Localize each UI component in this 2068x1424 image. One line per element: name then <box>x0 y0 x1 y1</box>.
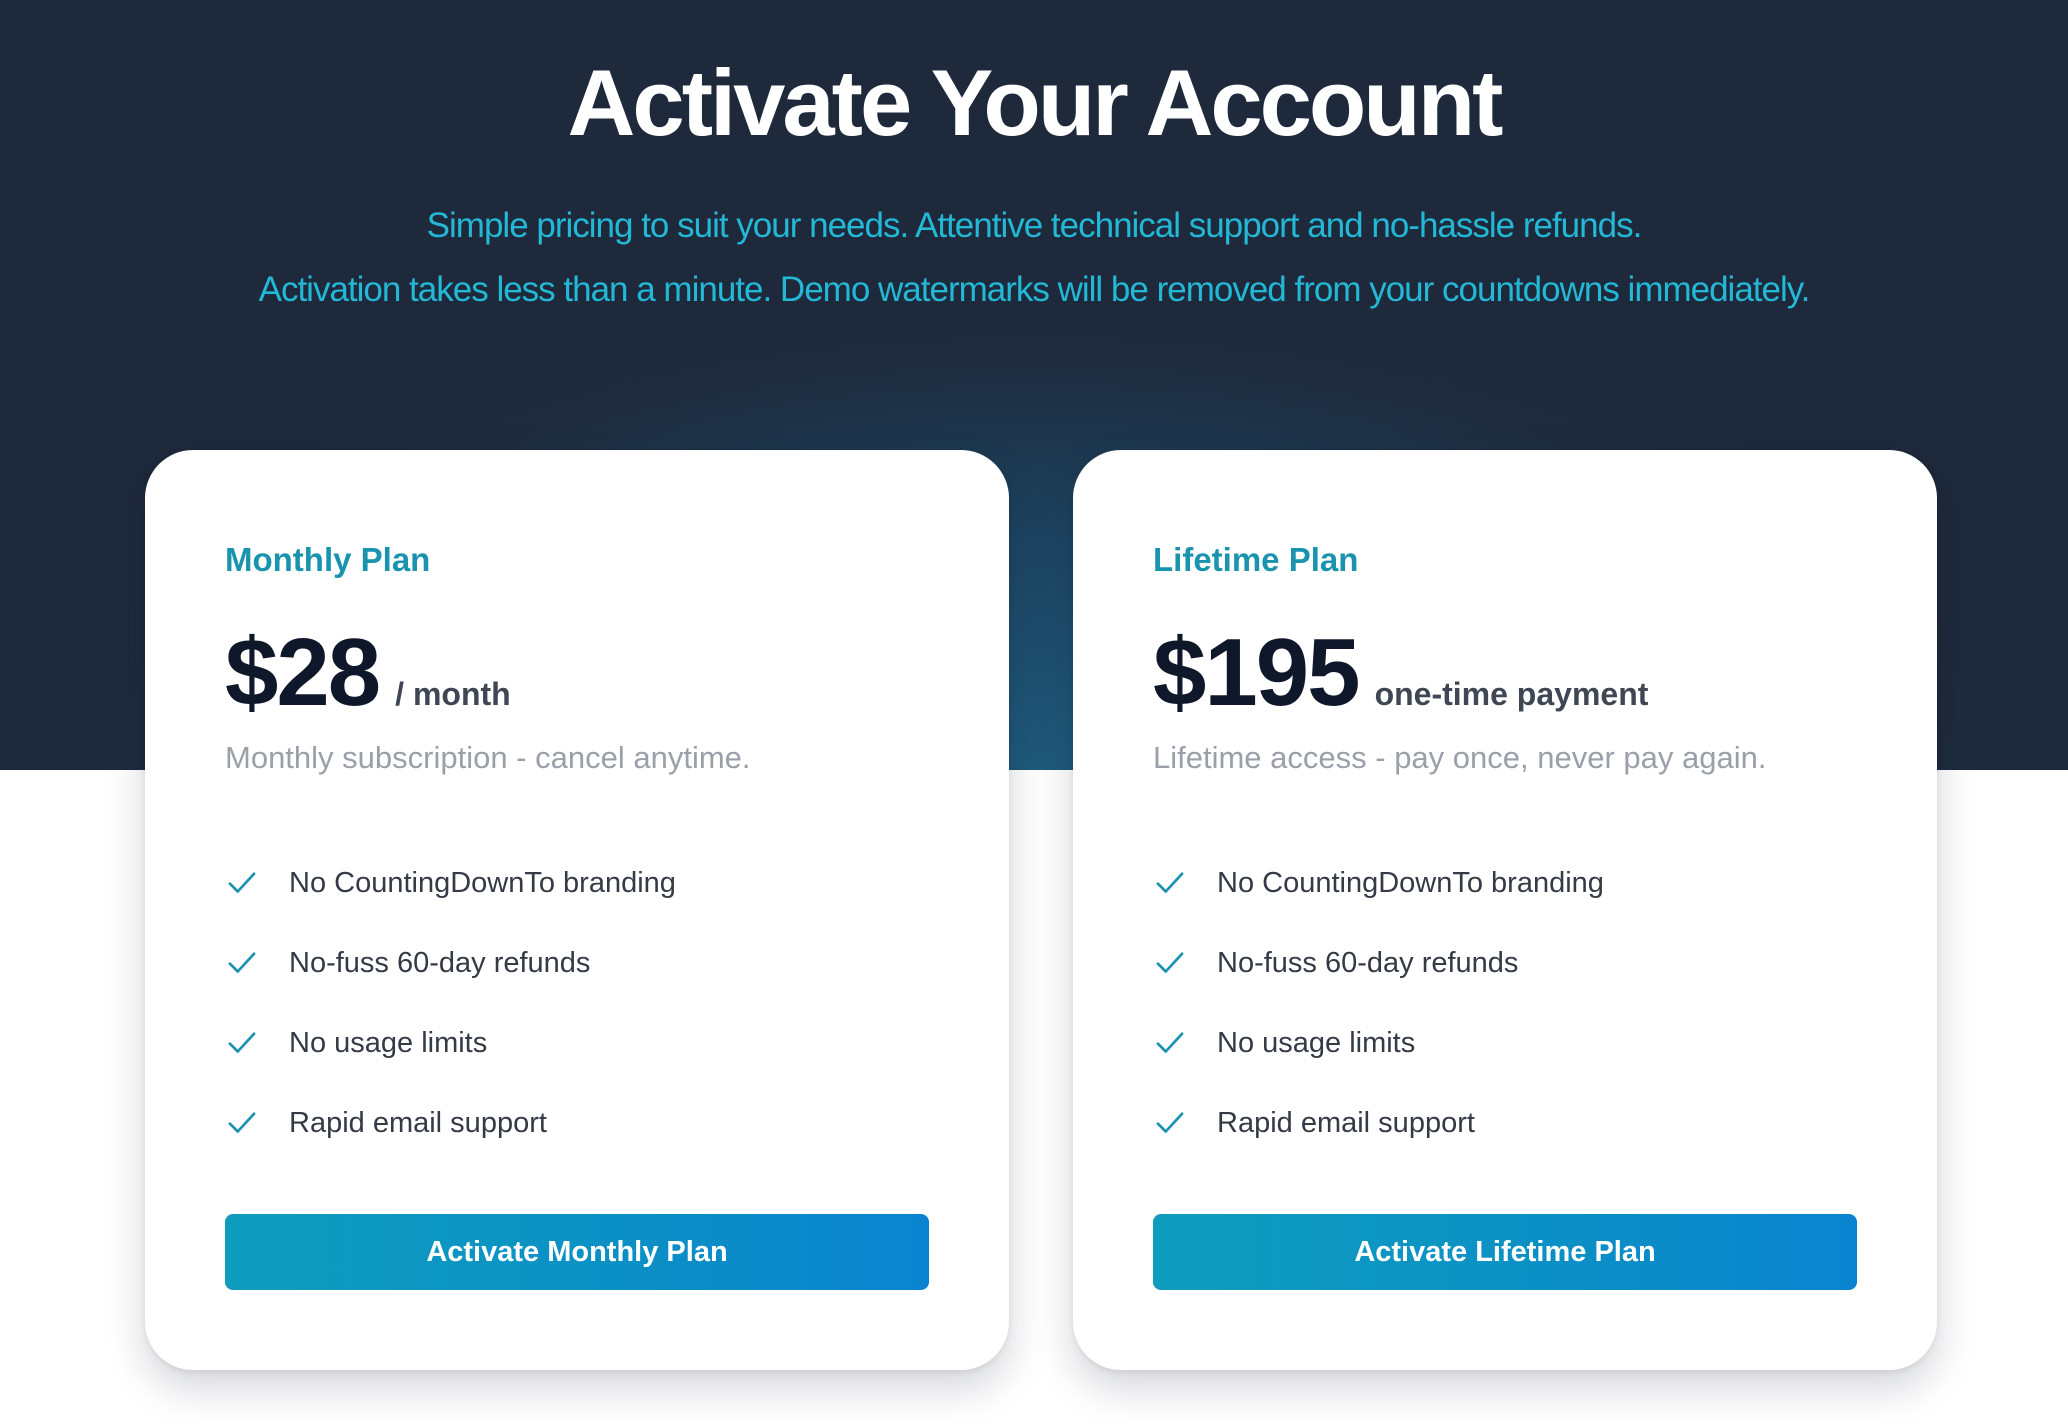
plan-period: one-time payment <box>1374 676 1649 712</box>
plan-period: / month <box>395 676 511 712</box>
feature-item: No usage limits <box>1153 1003 1604 1083</box>
pricing-card-lifetime: Lifetime Plan $195 one-time payment Life… <box>1073 450 1937 1370</box>
check-icon <box>1156 952 1184 973</box>
price-row: $195 one-time payment <box>1153 618 1648 728</box>
page-subtitle-line-2: Activation takes less than a minute. Dem… <box>258 270 1811 309</box>
feature-item: No-fuss 60-day refunds <box>1153 923 1604 1003</box>
feature-label: Rapid email support <box>289 1107 547 1139</box>
feature-item: No-fuss 60-day refunds <box>225 923 676 1003</box>
feature-item: Rapid email support <box>1153 1083 1604 1163</box>
plan-name: Monthly Plan <box>225 541 431 578</box>
plan-price: $195 <box>1153 619 1361 726</box>
feature-label: No CountingDownTo branding <box>289 867 676 899</box>
page-subtitle-line-1: Simple pricing to suit your needs. Atten… <box>426 206 1643 245</box>
check-icon <box>1156 1032 1184 1053</box>
pricing-card-monthly: Monthly Plan $28 / month Monthly subscri… <box>145 450 1009 1370</box>
price-row: $28 / month <box>225 618 511 728</box>
check-icon <box>228 1112 256 1133</box>
feature-label: No-fuss 60-day refunds <box>289 947 591 979</box>
check-icon <box>1156 872 1184 893</box>
feature-label: No CountingDownTo branding <box>1217 867 1604 899</box>
plan-description: Monthly subscription - cancel anytime. <box>225 740 751 775</box>
feature-item: No usage limits <box>225 1003 676 1083</box>
activate-lifetime-plan-button[interactable]: Activate Lifetime Plan <box>1153 1214 1857 1290</box>
feature-label: No-fuss 60-day refunds <box>1217 947 1519 979</box>
feature-label: Rapid email support <box>1217 1107 1475 1139</box>
feature-item: No CountingDownTo branding <box>225 843 676 923</box>
feature-item: Rapid email support <box>225 1083 676 1163</box>
page-title: Activate Your Account <box>567 50 1504 155</box>
feature-list: No CountingDownTo branding No-fuss 60-da… <box>225 843 676 1163</box>
plan-price: $28 <box>225 619 381 726</box>
feature-item: No CountingDownTo branding <box>1153 843 1604 923</box>
check-icon <box>228 1032 256 1053</box>
check-icon <box>228 952 256 973</box>
check-icon <box>228 872 256 893</box>
feature-list: No CountingDownTo branding No-fuss 60-da… <box>1153 843 1604 1163</box>
plan-name: Lifetime Plan <box>1153 541 1359 578</box>
feature-label: No usage limits <box>1217 1027 1416 1059</box>
check-icon <box>1156 1112 1184 1133</box>
feature-label: No usage limits <box>289 1027 488 1059</box>
plan-description: Lifetime access - pay once, never pay ag… <box>1153 740 1767 775</box>
activate-monthly-plan-button[interactable]: Activate Monthly Plan <box>225 1214 929 1290</box>
